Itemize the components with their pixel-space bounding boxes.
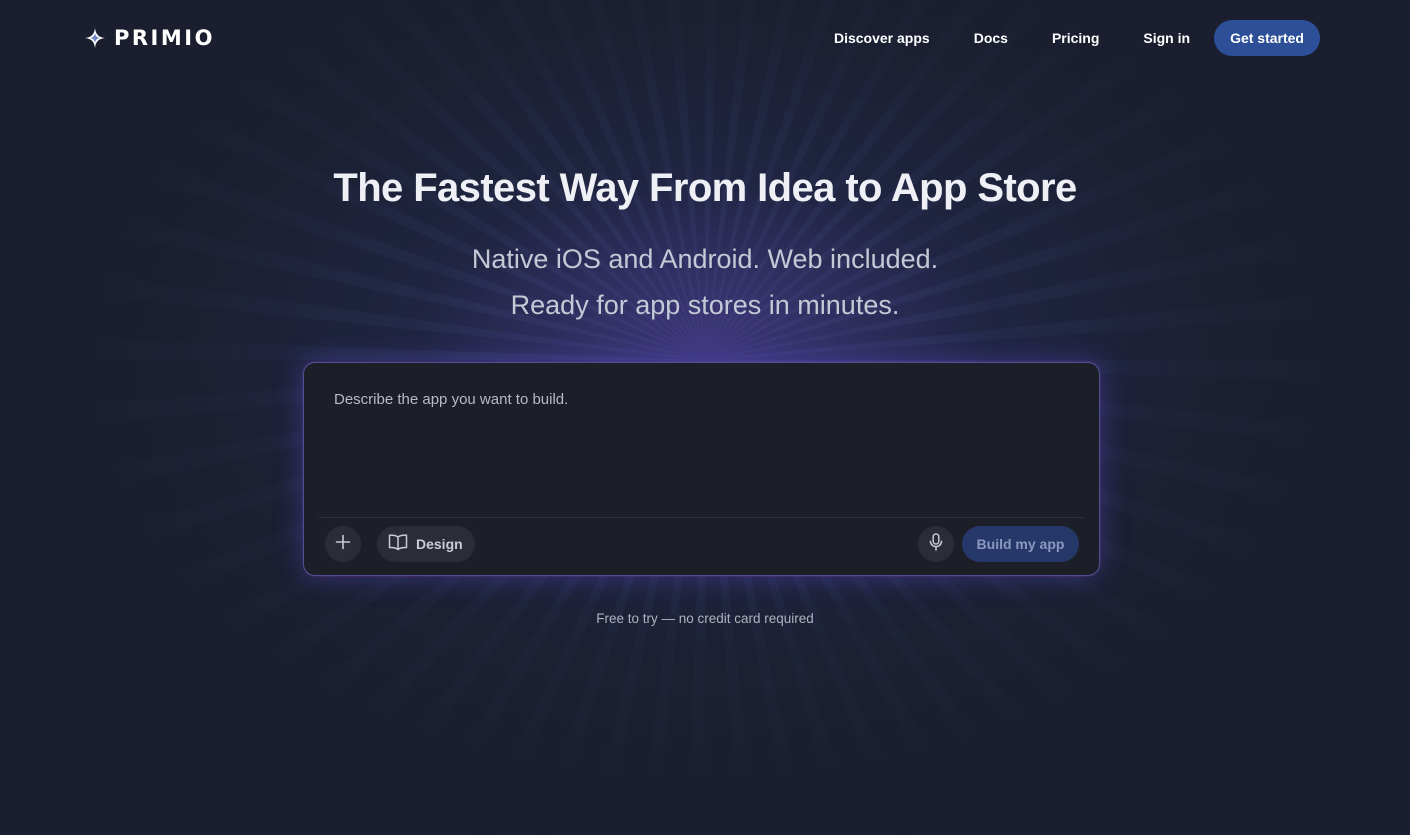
brand-logo[interactable]: PRIMIO xyxy=(84,25,215,51)
prompt-card: Design Build my app xyxy=(303,362,1100,576)
sparkle-star-icon xyxy=(84,27,106,49)
nav-link-discover-apps[interactable]: Discover apps xyxy=(834,30,930,46)
nav-link-sign-in[interactable]: Sign in xyxy=(1143,30,1190,46)
hero-subtitle-line1: Native iOS and Android. Web included. xyxy=(471,244,939,274)
book-open-icon xyxy=(388,533,408,556)
hero-title: The Fastest Way From Idea to App Store xyxy=(333,166,1077,210)
build-my-app-button[interactable]: Build my app xyxy=(962,526,1079,562)
prompt-divider xyxy=(318,517,1085,518)
get-started-button[interactable]: Get started xyxy=(1214,20,1320,56)
nav-link-docs[interactable]: Docs xyxy=(974,30,1008,46)
brand-name: PRIMIO xyxy=(114,26,215,50)
plus-icon xyxy=(335,534,351,555)
microphone-icon xyxy=(928,532,944,556)
voice-input-button[interactable] xyxy=(918,526,954,562)
build-my-app-label: Build my app xyxy=(976,536,1065,552)
app-description-input[interactable] xyxy=(318,377,1085,513)
design-button[interactable]: Design xyxy=(377,526,475,562)
top-header: PRIMIO Discover apps Docs Pricing Sign i… xyxy=(0,0,1410,76)
free-trial-note: Free to try — no credit card required xyxy=(596,611,814,626)
landing-page: PRIMIO Discover apps Docs Pricing Sign i… xyxy=(0,0,1410,835)
hero-subtitle-line2: Ready for app stores in minutes. xyxy=(510,290,900,320)
main-nav: Discover apps Docs Pricing Sign in Get s… xyxy=(834,20,1320,56)
design-button-label: Design xyxy=(416,536,463,552)
prompt-toolbar: Design Build my app xyxy=(325,526,1080,562)
nav-link-pricing[interactable]: Pricing xyxy=(1052,30,1099,46)
add-attachment-button[interactable] xyxy=(325,526,361,562)
